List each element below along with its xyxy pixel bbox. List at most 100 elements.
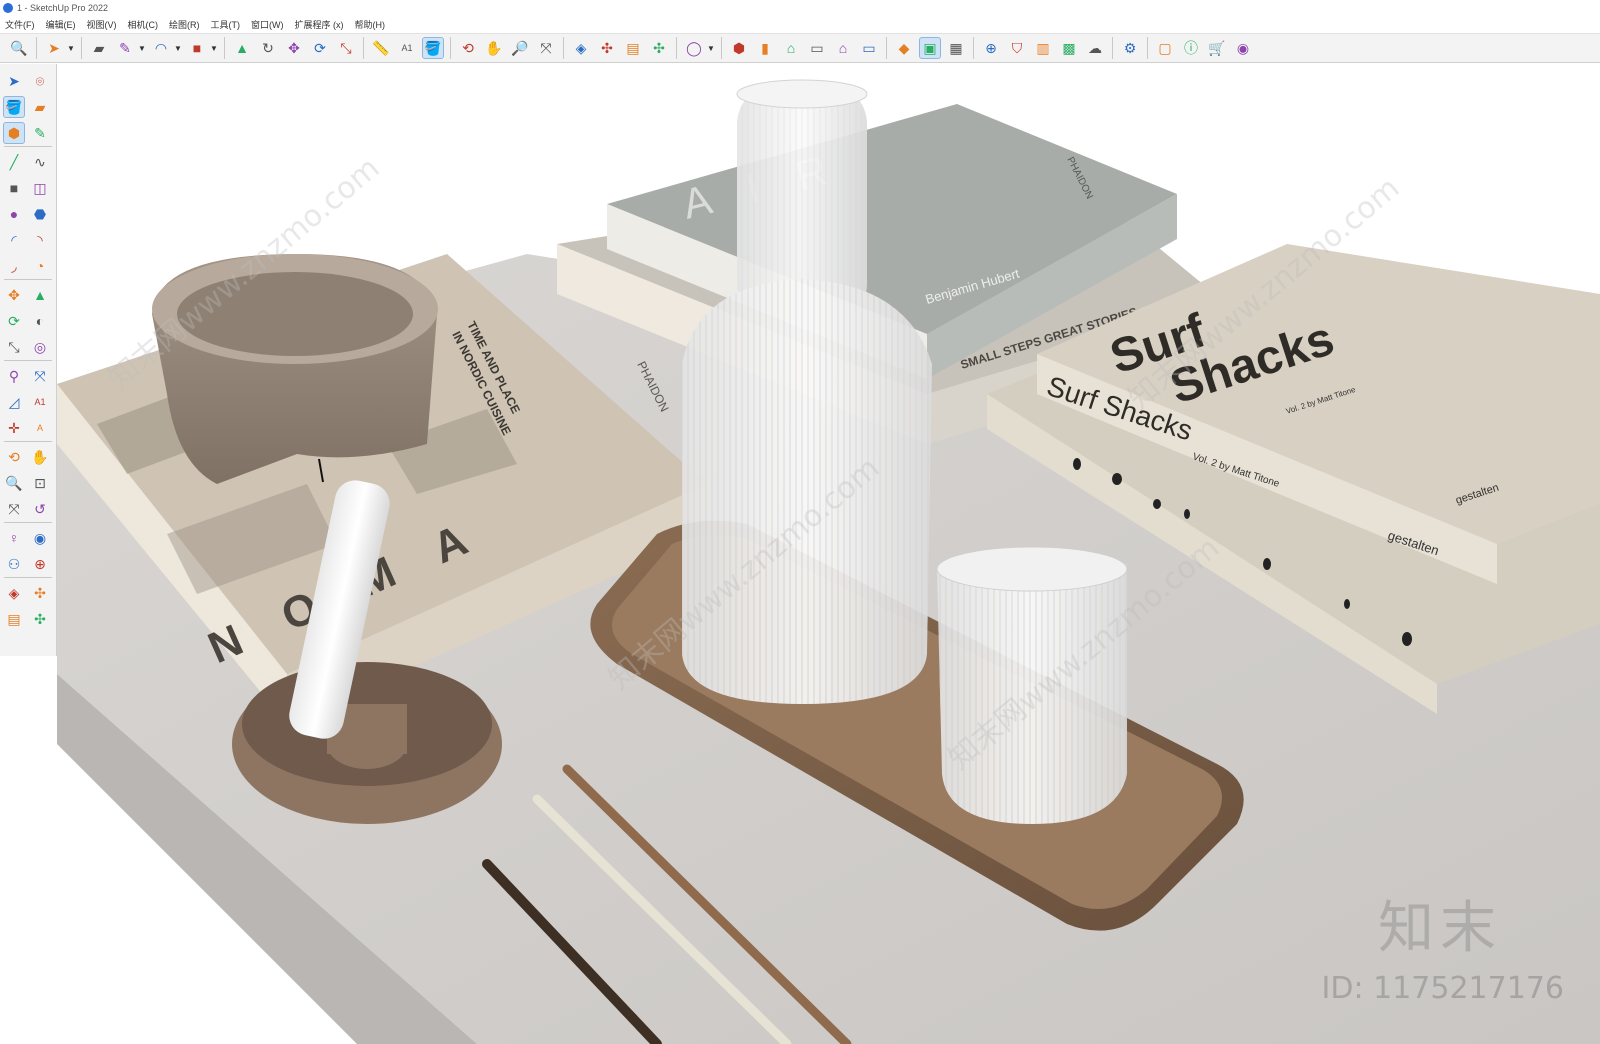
- account-icon[interactable]: ◉: [1232, 37, 1254, 59]
- line-icon[interactable]: ╱: [3, 151, 25, 173]
- checker-icon[interactable]: ▩: [1058, 37, 1080, 59]
- cart-icon[interactable]: 🛒: [1206, 37, 1228, 59]
- circle-icon[interactable]: ●: [3, 203, 25, 225]
- shield-icon[interactable]: ⛉: [1006, 37, 1028, 59]
- pan-icon[interactable]: ✋: [483, 37, 505, 59]
- outliner-icon[interactable]: ▦: [945, 37, 967, 59]
- move-icon[interactable]: ✥: [3, 284, 25, 306]
- position-camera-icon[interactable]: ♀: [3, 527, 25, 549]
- paint-bucket-icon[interactable]: 🪣: [422, 37, 444, 59]
- chevron-down-icon[interactable]: ▼: [138, 37, 146, 59]
- section-plane-icon[interactable]: ⊕: [29, 553, 51, 575]
- menu-item-6[interactable]: 窗口(W): [246, 18, 290, 31]
- two-point-arc-icon[interactable]: ◝: [29, 229, 51, 251]
- back-view-icon[interactable]: ▭: [858, 37, 880, 59]
- scale-icon[interactable]: ⤡: [3, 336, 25, 358]
- axes-icon[interactable]: ✛: [3, 417, 25, 439]
- zoom-extents-icon[interactable]: ⤧: [535, 37, 557, 59]
- zoom-icon[interactable]: 🔍: [8, 37, 30, 59]
- arc-icon[interactable]: ◠: [150, 37, 172, 59]
- scale-icon[interactable]: ⤡: [335, 37, 357, 59]
- zoom-window-icon[interactable]: 🔎: [509, 37, 531, 59]
- chevron-down-icon[interactable]: ▼: [67, 37, 75, 59]
- protractor-icon[interactable]: ◿: [3, 391, 25, 413]
- followme-icon[interactable]: ◐: [29, 310, 51, 332]
- menu-item-7[interactable]: 扩展程序 (x): [290, 18, 350, 31]
- chevron-down-icon[interactable]: ▼: [210, 37, 218, 59]
- rotate-icon[interactable]: ⟳: [309, 37, 331, 59]
- pencil-line-icon[interactable]: ✎: [114, 37, 136, 59]
- rectangle-icon[interactable]: ■: [3, 177, 25, 199]
- select-icon[interactable]: ➤: [3, 70, 25, 92]
- add-location-icon[interactable]: ⊕: [980, 37, 1002, 59]
- pan-icon[interactable]: ✋: [29, 446, 51, 468]
- menu-item-1[interactable]: 编辑(E): [41, 18, 82, 31]
- eraser-icon[interactable]: ▰: [88, 37, 110, 59]
- orbit-icon[interactable]: ⟲: [457, 37, 479, 59]
- polygon-icon[interactable]: ⬣: [29, 203, 51, 225]
- lasso-icon[interactable]: ⌾: [29, 70, 51, 92]
- user-icon[interactable]: ◯: [683, 37, 705, 59]
- extension-warehouse-icon[interactable]: ✣: [596, 37, 618, 59]
- info-icon[interactable]: ⓘ: [1180, 37, 1202, 59]
- front-view-icon[interactable]: ⌂: [780, 37, 802, 59]
- iso-view-icon[interactable]: ⬢: [728, 37, 750, 59]
- paint-bucket-icon[interactable]: 🪣: [3, 96, 25, 118]
- look-around-icon[interactable]: ◉: [29, 527, 51, 549]
- rotate-icon[interactable]: ⟳: [3, 310, 25, 332]
- toolbar-separator: [886, 37, 887, 59]
- text-icon[interactable]: A1: [396, 37, 418, 59]
- menu-item-3[interactable]: 相机(C): [123, 18, 165, 31]
- window-icon[interactable]: ▢: [1154, 37, 1176, 59]
- walk-icon[interactable]: ⚇: [3, 553, 25, 575]
- menu-item-5[interactable]: 工具(T): [206, 18, 247, 31]
- menu-item-8[interactable]: 帮助(H): [350, 18, 392, 31]
- top-view-icon[interactable]: ▭: [806, 37, 828, 59]
- menu-item-2[interactable]: 视图(V): [82, 18, 123, 31]
- rectangle-icon[interactable]: ■: [186, 37, 208, 59]
- make-component-icon[interactable]: ⬢: [3, 122, 25, 144]
- tape-measure-icon[interactable]: 📏: [370, 37, 392, 59]
- freehand-icon[interactable]: ∿: [29, 151, 51, 173]
- settings-icon[interactable]: ⚙: [1119, 37, 1141, 59]
- offset-icon[interactable]: ◎: [29, 336, 51, 358]
- select-icon[interactable]: ➤: [43, 37, 65, 59]
- zoom-extents-icon[interactable]: ⤧: [3, 498, 25, 520]
- layout-icon[interactable]: ▤: [3, 608, 25, 630]
- tape-measure-icon[interactable]: ⚲: [3, 365, 25, 387]
- zoom-icon[interactable]: 🔍: [3, 472, 25, 494]
- eraser-icon[interactable]: ▰: [29, 96, 51, 118]
- arc-icon[interactable]: ◜: [3, 229, 25, 251]
- text-icon[interactable]: A1: [29, 391, 51, 413]
- solid-tools-icon[interactable]: ◆: [893, 37, 915, 59]
- layout-icon[interactable]: ▤: [622, 37, 644, 59]
- styles-icon[interactable]: ▥: [1032, 37, 1054, 59]
- rotated-rect-icon[interactable]: ◫: [29, 177, 51, 199]
- model-viewport[interactable]: TIME AND PLACE IN NORDIC CUISINE PHAIDON…: [57, 64, 1600, 1044]
- pushpull-icon[interactable]: ▲: [231, 37, 253, 59]
- followme-icon[interactable]: ↻: [257, 37, 279, 59]
- warehouse-icon[interactable]: ◈: [3, 582, 25, 604]
- extension-warehouse-icon[interactable]: ✣: [29, 582, 51, 604]
- orbit-icon[interactable]: ⟲: [3, 446, 25, 468]
- section-plane-icon[interactable]: ▣: [919, 37, 941, 59]
- 3d-text-icon[interactable]: A: [29, 417, 51, 439]
- pushpull-icon[interactable]: ▲: [29, 284, 51, 306]
- right-view-icon[interactable]: ⌂: [832, 37, 854, 59]
- extension-manager-icon[interactable]: ✣: [29, 608, 51, 630]
- move-icon[interactable]: ✥: [283, 37, 305, 59]
- pie-icon[interactable]: ◔: [29, 255, 51, 277]
- warehouse-icon[interactable]: ◈: [570, 37, 592, 59]
- menu-item-0[interactable]: 文件(F): [0, 18, 41, 31]
- three-point-arc-icon[interactable]: ◞: [3, 255, 25, 277]
- side-view-icon[interactable]: ▮: [754, 37, 776, 59]
- menu-item-4[interactable]: 绘图(R): [164, 18, 206, 31]
- extension-manager-icon[interactable]: ✣: [648, 37, 670, 59]
- chevron-down-icon[interactable]: ▼: [174, 37, 182, 59]
- tag-icon[interactable]: ✎: [29, 122, 51, 144]
- cloud-upload-icon[interactable]: ☁: [1084, 37, 1106, 59]
- dimension-icon[interactable]: ⤧: [29, 365, 51, 387]
- zoom-window-icon[interactable]: ⊡: [29, 472, 51, 494]
- previous-view-icon[interactable]: ↺: [29, 498, 51, 520]
- chevron-down-icon[interactable]: ▼: [707, 37, 715, 59]
